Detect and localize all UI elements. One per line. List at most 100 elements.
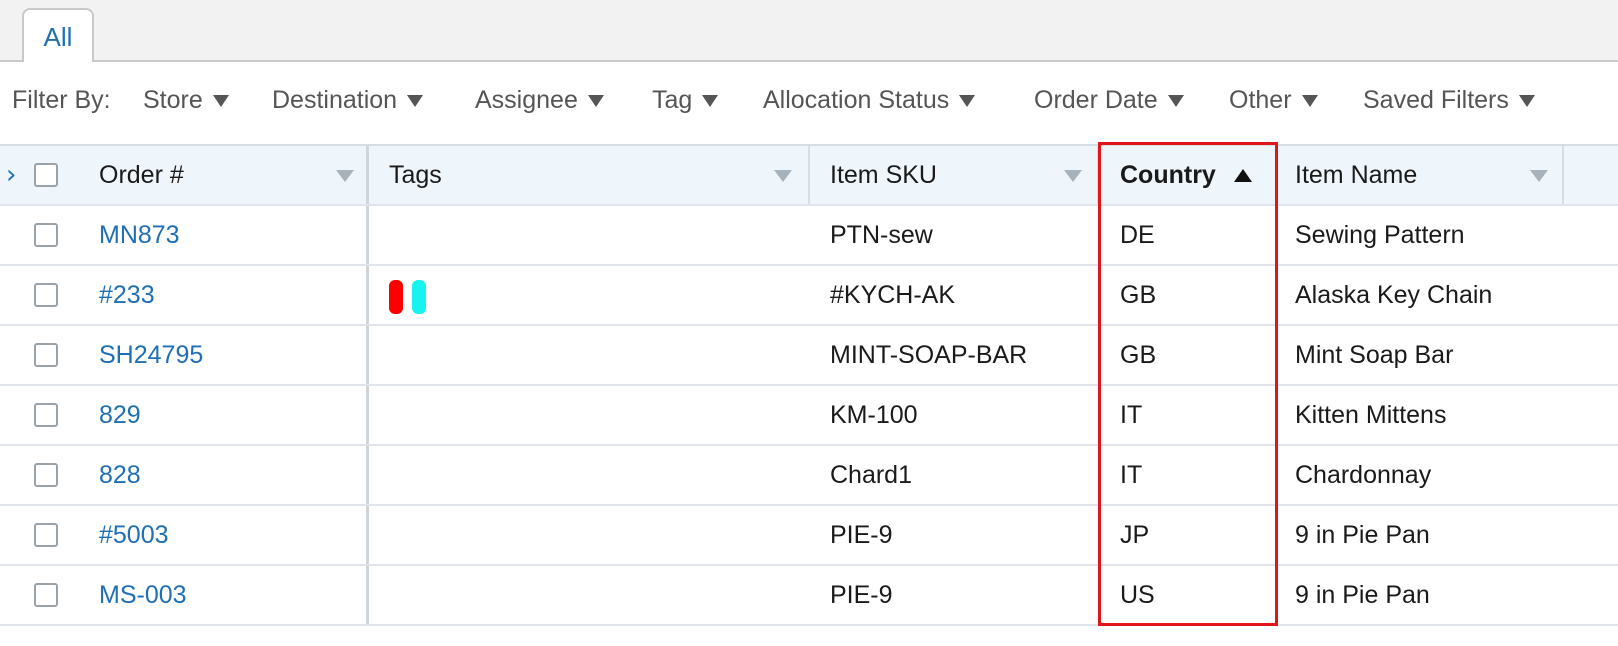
order-number-link[interactable]: 829 (99, 386, 141, 444)
sort-ascending-icon (1233, 168, 1252, 182)
country-cell: DE (1120, 220, 1155, 249)
row-checkbox[interactable] (34, 523, 58, 547)
item-sku-cell: PIE-9 (830, 520, 893, 549)
item-sku-cell: KM-100 (830, 400, 918, 429)
row-checkbox[interactable] (34, 583, 58, 607)
column-header-item-name[interactable]: Item Name (1295, 146, 1417, 204)
filter-bar: Filter By: Store Destination Assignee Ta… (0, 62, 1618, 144)
column-divider[interactable] (366, 146, 369, 204)
filter-tag[interactable]: Tag (652, 86, 719, 115)
column-divider (366, 266, 369, 324)
column-menu-icon[interactable] (1064, 170, 1082, 182)
filter-allocation-status-label: Allocation Status (763, 86, 950, 114)
column-divider[interactable] (1097, 146, 1099, 204)
country-cell: JP (1120, 520, 1150, 549)
column-divider[interactable] (1562, 146, 1564, 204)
item-name-cell: 9 in Pie Pan (1295, 580, 1430, 609)
country-cell: IT (1120, 460, 1143, 489)
column-divider (366, 326, 369, 384)
column-divider (366, 206, 369, 264)
row-checkbox[interactable] (34, 283, 58, 307)
row-checkbox[interactable] (34, 223, 58, 247)
column-header-item-name-label: Item Name (1295, 160, 1418, 189)
table-row[interactable]: MS-003 PIE-9 US 9 in Pie Pan (0, 566, 1618, 626)
country-cell: US (1120, 580, 1155, 609)
row-checkbox[interactable] (34, 343, 58, 367)
filter-allocation-status[interactable]: Allocation Status (763, 86, 976, 115)
filter-assignee[interactable]: Assignee (475, 86, 604, 115)
column-header-country[interactable]: Country (1120, 146, 1252, 204)
country-cell: GB (1120, 340, 1157, 369)
caret-down-icon (1301, 94, 1318, 107)
table-row[interactable]: MN873 PTN-sew DE Sewing Pattern (0, 206, 1618, 266)
item-sku-cell: PTN-sew (830, 220, 933, 249)
select-all-checkbox[interactable] (34, 163, 58, 187)
table-row[interactable]: 829 KM-100 IT Kitten Mittens (0, 386, 1618, 446)
column-menu-icon[interactable] (336, 170, 354, 182)
tag-chip-red[interactable] (389, 280, 403, 314)
filter-destination[interactable]: Destination (272, 86, 424, 115)
filter-assignee-label: Assignee (475, 86, 578, 114)
item-sku-cell: #KYCH-AK (830, 280, 956, 309)
item-name-cell: Mint Soap Bar (1295, 340, 1454, 369)
item-sku-cell: PIE-9 (830, 580, 893, 609)
order-number-link[interactable]: MS-003 (99, 566, 187, 624)
caret-down-icon (1167, 94, 1184, 107)
table-row[interactable]: #5003 PIE-9 JP 9 in Pie Pan (0, 506, 1618, 566)
order-number-link[interactable]: SH24795 (99, 326, 203, 384)
item-name-cell: 9 in Pie Pan (1295, 520, 1430, 549)
column-divider[interactable] (1276, 146, 1278, 204)
filter-saved-filters-label: Saved Filters (1363, 86, 1509, 114)
column-divider (366, 386, 369, 444)
filter-saved-filters[interactable]: Saved Filters (1363, 86, 1535, 115)
item-name-cell: Chardonnay (1295, 460, 1432, 489)
column-divider[interactable] (808, 146, 810, 204)
order-number-link[interactable]: #233 (99, 266, 155, 324)
orders-grid: › Order # Tags Item SKU Country Item Nam… (0, 144, 1618, 646)
tab-all[interactable]: All (22, 8, 94, 63)
country-cell: GB (1120, 280, 1157, 309)
filter-by-label: Filter By: (12, 86, 111, 114)
caret-down-icon (212, 94, 229, 107)
caret-down-icon (407, 94, 424, 107)
caret-down-icon (587, 94, 604, 107)
column-divider (366, 446, 369, 504)
column-header-order-label: Order # (99, 160, 184, 189)
column-header-tags[interactable]: Tags (389, 146, 442, 204)
column-menu-icon[interactable] (1530, 170, 1548, 182)
caret-down-icon (1518, 94, 1535, 107)
order-number-link[interactable]: #5003 (99, 506, 169, 564)
item-name-cell: Alaska Key Chain (1295, 280, 1493, 309)
grid-header-row: › Order # Tags Item SKU Country Item Nam… (0, 146, 1618, 206)
column-header-tags-label: Tags (389, 160, 442, 189)
column-divider (366, 566, 369, 624)
item-sku-cell: MINT-SOAP-BAR (830, 340, 1028, 369)
table-row[interactable]: SH24795 MINT-SOAP-BAR GB Mint Soap Bar (0, 326, 1618, 386)
filter-store-label: Store (143, 86, 203, 114)
tag-chip-cyan[interactable] (412, 280, 426, 314)
filter-other-label: Other (1229, 86, 1292, 114)
order-number-link[interactable]: 828 (99, 446, 141, 504)
country-cell: IT (1120, 400, 1143, 429)
column-menu-icon[interactable] (774, 170, 792, 182)
filter-order-date[interactable]: Order Date (1034, 86, 1184, 115)
filter-order-date-label: Order Date (1034, 86, 1158, 114)
caret-down-icon (959, 94, 976, 107)
filter-other[interactable]: Other (1229, 86, 1318, 115)
row-checkbox[interactable] (34, 403, 58, 427)
table-row[interactable]: #233 #KYCH-AK GB Alaska Key Chain (0, 266, 1618, 326)
filter-store[interactable]: Store (143, 86, 229, 115)
order-number-link[interactable]: MN873 (99, 206, 180, 264)
tab-bar: All (0, 0, 1618, 63)
item-sku-cell: Chard1 (830, 460, 912, 489)
column-header-order[interactable]: Order # (99, 146, 184, 204)
chevron-right-icon[interactable]: › (6, 160, 16, 190)
row-checkbox[interactable] (34, 463, 58, 487)
item-name-cell: Kitten Mittens (1295, 400, 1447, 429)
column-header-country-label: Country (1120, 160, 1216, 189)
item-name-cell: Sewing Pattern (1295, 220, 1465, 249)
column-header-item-sku[interactable]: Item SKU (830, 146, 937, 204)
caret-down-icon (702, 94, 719, 107)
table-row[interactable]: 828 Chard1 IT Chardonnay (0, 446, 1618, 506)
filter-destination-label: Destination (272, 86, 398, 114)
